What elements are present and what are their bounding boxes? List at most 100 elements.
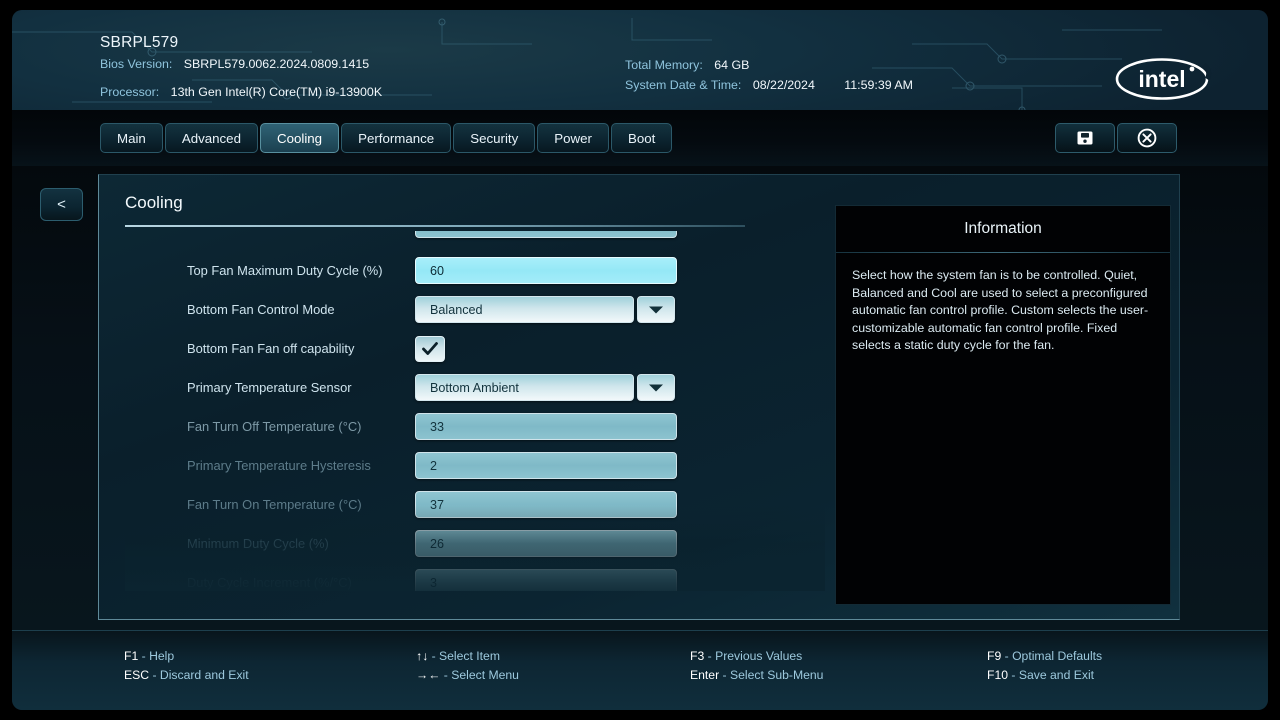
footer-key: F3 xyxy=(690,649,705,663)
tab-performance[interactable]: Performance xyxy=(341,123,452,153)
tab-label: Advanced xyxy=(181,130,241,146)
value-text: 33 xyxy=(430,419,445,434)
tab-label: Performance xyxy=(358,130,435,146)
setting-label: Fan Turn On Temperature (°C) xyxy=(187,497,362,513)
save-button[interactable] xyxy=(1055,123,1115,153)
processor-label: Processor: xyxy=(100,85,160,99)
setting-label: Fan Turn Off Temperature (°C) xyxy=(187,419,362,435)
header-action-buttons xyxy=(1055,123,1177,153)
tab-label: Main xyxy=(117,130,146,146)
setting-control: 3 xyxy=(415,569,677,591)
back-button[interactable]: < xyxy=(40,188,83,221)
information-title: Information xyxy=(964,220,1042,237)
setting-label: Primary Temperature Sensor xyxy=(187,380,352,396)
total-memory-label: Total Memory: xyxy=(625,58,703,72)
system-date-value: 08/22/2024 xyxy=(752,78,815,92)
footer-hint: F9 - Optimal Defaults xyxy=(987,647,1102,666)
primary-temperature-hysteresis-input[interactable]: 2 xyxy=(415,452,677,480)
setting-row-top-fan-maximum-duty-cycle: Top Fan Maximum Duty Cycle (%) 60 xyxy=(125,251,785,290)
information-text: Select how the system fan is to be contr… xyxy=(852,268,1149,353)
processor-value: 13th Gen Intel(R) Core(TM) i9-13900K xyxy=(170,85,383,99)
footer-desc: - Select Menu xyxy=(440,668,519,682)
footer-hint: ↑↓ - Select Item xyxy=(416,647,519,666)
footer-hint: F1 - Help xyxy=(124,647,249,666)
setting-row: 5 xyxy=(125,231,785,244)
footer-hint: F10 - Save and Exit xyxy=(987,666,1102,685)
bottom-fan-fan-off-capability-checkbox[interactable] xyxy=(415,335,445,362)
chevron-down-icon xyxy=(649,384,663,392)
footer-key: ↑↓ xyxy=(416,649,429,663)
value-text: 37 xyxy=(430,497,445,512)
footer-column: F1 - Help ESC - Discard and Exit xyxy=(124,647,249,685)
setting-row-fan-turn-off-temperature: Fan Turn Off Temperature (°C) 33 xyxy=(125,407,785,446)
title-divider xyxy=(125,225,745,227)
content-area: < Cooling 5 Top Fan Maximum Duty Cycle (… xyxy=(12,166,1268,630)
footer-column: F3 - Previous Values Enter - Select Sub-… xyxy=(690,647,823,685)
fan-turn-off-temperature-input[interactable]: 33 xyxy=(415,413,677,441)
footer-key: F9 xyxy=(987,649,1002,663)
fan-turn-on-temperature-input[interactable]: 37 xyxy=(415,491,677,519)
value-field[interactable]: 5 xyxy=(415,231,677,239)
setting-row-minimum-duty-cycle: Minimum Duty Cycle (%) 26 xyxy=(125,524,785,563)
footer-key: F10 xyxy=(987,668,1009,682)
minimum-duty-cycle-input[interactable]: 26 xyxy=(415,530,677,558)
setting-control: 5 xyxy=(415,231,677,239)
tab-list: Main Advanced Cooling Performance Securi… xyxy=(100,123,673,153)
duty-cycle-increment-input[interactable]: 3 xyxy=(415,569,677,591)
primary-temperature-sensor-dropdown[interactable]: Bottom Ambient xyxy=(415,374,675,402)
dropdown-toggle[interactable] xyxy=(637,374,675,402)
setting-control: 33 xyxy=(415,413,677,441)
setting-row-bottom-fan-fan-off-capability: Bottom Fan Fan off capability xyxy=(125,329,785,368)
value-text: 60 xyxy=(430,263,445,278)
bottom-fan-control-mode-dropdown[interactable]: Balanced xyxy=(415,296,675,324)
footer-hint: ESC - Discard and Exit xyxy=(124,666,249,685)
value-text: 26 xyxy=(430,536,445,551)
dropdown-toggle[interactable] xyxy=(637,296,675,324)
setting-label: Minimum Duty Cycle (%) xyxy=(187,536,329,552)
system-datetime-label: System Date & Time: xyxy=(625,78,742,92)
exit-button[interactable] xyxy=(1117,123,1177,153)
setting-row-duty-cycle-increment: Duty Cycle Increment (%/°C) 3 xyxy=(125,563,785,591)
header-bar: SBRPL579 Bios Version: SBRPL579.0062.202… xyxy=(12,10,1268,110)
bios-version-row: Bios Version: SBRPL579.0062.2024.0809.14… xyxy=(100,57,369,71)
tab-boot[interactable]: Boot xyxy=(610,123,673,153)
setting-label: Duty Cycle Increment (%/°C) xyxy=(187,575,352,591)
footer-column: ↑↓ - Select Item →← - Select Menu xyxy=(416,647,519,685)
tab-advanced[interactable]: Advanced xyxy=(164,123,258,153)
total-memory-row: Total Memory: 64 GB xyxy=(625,58,749,72)
footer-desc: - Select Sub-Menu xyxy=(719,668,824,682)
value-text: 5 xyxy=(430,231,437,232)
top-fan-maximum-duty-cycle-input[interactable]: 60 xyxy=(415,257,677,285)
board-title: SBRPL579 xyxy=(100,34,179,51)
tab-label: Security xyxy=(470,130,519,146)
setting-control: 2 xyxy=(415,452,677,480)
tab-security[interactable]: Security xyxy=(453,123,536,153)
footer-desc: - Select Item xyxy=(428,649,500,663)
footer-desc: - Save and Exit xyxy=(1008,668,1095,682)
footer-key: Enter xyxy=(690,668,720,682)
total-memory-value: 64 GB xyxy=(714,58,750,72)
tab-label: Cooling xyxy=(276,130,323,146)
footer-key: F1 xyxy=(124,649,139,663)
page-title: Cooling xyxy=(125,193,183,212)
tab-power[interactable]: Power xyxy=(537,123,609,153)
tab-main[interactable]: Main xyxy=(100,123,163,153)
setting-row-fan-turn-on-temperature: Fan Turn On Temperature (°C) 37 xyxy=(125,485,785,524)
footer-hint: →← - Select Menu xyxy=(416,666,519,685)
floppy-disk-icon xyxy=(1077,131,1093,145)
footer-desc: - Help xyxy=(138,649,175,663)
dropdown-value[interactable]: Bottom Ambient xyxy=(415,374,634,402)
bios-setup-window: SBRPL579 Bios Version: SBRPL579.0062.202… xyxy=(12,10,1268,710)
footer-desc: - Optimal Defaults xyxy=(1001,649,1103,663)
setting-control xyxy=(415,335,445,362)
tab-cooling[interactable]: Cooling xyxy=(259,123,340,153)
setting-label: Primary Temperature Hysteresis xyxy=(187,458,371,474)
footer-key: →← xyxy=(416,668,441,682)
footer-hint: F3 - Previous Values xyxy=(690,647,823,666)
tab-label: Boot xyxy=(627,130,656,146)
footer-column: F9 - Optimal Defaults F10 - Save and Exi… xyxy=(987,647,1102,685)
tab-label: Power xyxy=(554,130,592,146)
setting-label: Top Fan Maximum Duty Cycle (%) xyxy=(187,263,383,279)
dropdown-value[interactable]: Balanced xyxy=(415,296,634,324)
intel-logo: intel xyxy=(1115,58,1212,100)
